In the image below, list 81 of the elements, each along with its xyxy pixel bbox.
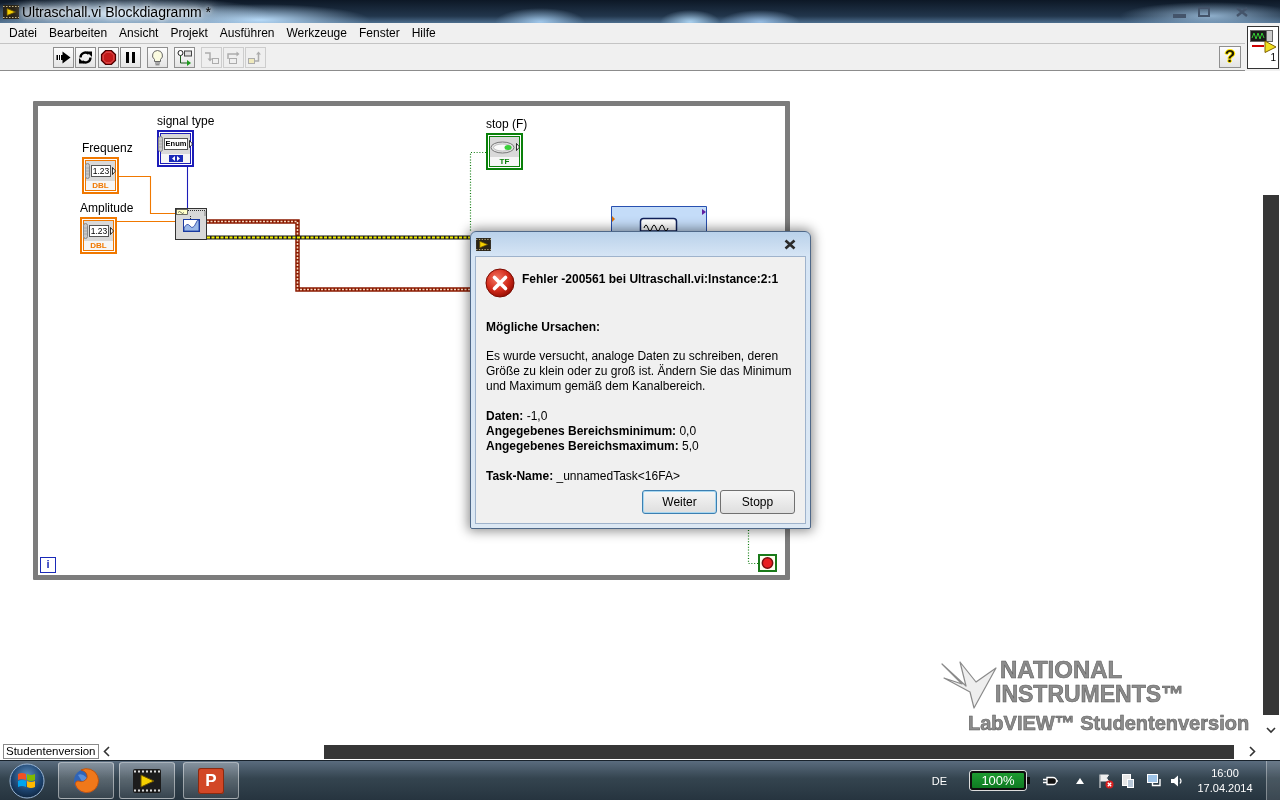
help-button[interactable]: ? xyxy=(1219,46,1241,68)
device-icon[interactable] xyxy=(1121,772,1135,789)
maximize-icon[interactable] xyxy=(1198,6,1210,17)
menu-item[interactable]: Projekt xyxy=(164,24,214,42)
connector-pane-number: 1 xyxy=(1270,53,1276,63)
retain-wire-values-button[interactable] xyxy=(174,46,195,68)
waveform-function-node xyxy=(175,208,207,240)
clock-time[interactable]: 16:00 xyxy=(1211,765,1239,781)
error-heading: Fehler -200561 bei Ultraschall.vi:Instance:2:1 xyxy=(522,272,779,287)
globe-icon xyxy=(72,766,100,795)
output-arrow-icon xyxy=(110,227,115,235)
language-indicator[interactable]: DE xyxy=(931,774,947,787)
circular-arrows-icon xyxy=(77,48,94,66)
menu-item[interactable]: Datei xyxy=(3,24,43,42)
logo-text: NATIONAL xyxy=(1000,658,1124,682)
terminal-label: Frequenz xyxy=(82,141,133,155)
chevron-down-icon[interactable] xyxy=(1266,727,1276,734)
dialog-button[interactable]: Weiter xyxy=(642,490,717,514)
scroll-thumb[interactable] xyxy=(1263,195,1279,715)
window-title: Ultraschall.vi Blockdiagramm * xyxy=(22,3,212,20)
menu-item[interactable]: Fenster xyxy=(352,24,406,42)
clock-date[interactable]: 17.04.2014 xyxy=(1197,780,1253,796)
menu-item[interactable]: Ausführen xyxy=(213,24,281,42)
light-bulb-icon xyxy=(149,48,166,66)
highlight-execution-button[interactable] xyxy=(147,46,168,68)
scope-icon xyxy=(1249,29,1277,53)
menu-item[interactable]: Ansicht xyxy=(113,24,165,42)
boolean-wire xyxy=(747,529,759,565)
dialog-button[interactable]: Stopp xyxy=(720,490,795,514)
film-arrow-icon xyxy=(133,768,161,793)
menu-item[interactable]: Bearbeiten xyxy=(43,24,114,42)
toggle-switch-icon xyxy=(489,140,515,154)
terminal-label: signal type xyxy=(157,114,215,128)
logo-text: INSTRUMENTS™ xyxy=(995,682,1185,706)
edition-text: LabVIEW™ Studentenversion xyxy=(968,711,1250,736)
vi-icon-pane[interactable]: 1 xyxy=(1247,26,1279,69)
knob-icon xyxy=(157,136,163,152)
speaker-icon[interactable] xyxy=(1170,773,1184,788)
swoosh-logo-icon xyxy=(940,660,998,710)
pause-button[interactable] xyxy=(120,46,141,68)
causes-heading: Mögliche Ursachen: xyxy=(486,320,602,335)
network-icon[interactable] xyxy=(1146,772,1162,789)
close-icon[interactable] xyxy=(784,238,796,250)
abort-button[interactable] xyxy=(98,46,119,68)
task-name-line: Task-Name: _unnamedTask<16FA> xyxy=(486,469,681,484)
plug-icon[interactable] xyxy=(1042,774,1058,787)
knob-icon xyxy=(84,163,90,179)
chevron-left-icon[interactable] xyxy=(101,746,112,757)
show-desktop-button[interactable] xyxy=(1266,761,1280,800)
terminal-label: Amplitude xyxy=(80,201,134,215)
presentation-app-logo: P xyxy=(198,767,224,794)
film-arrow-icon xyxy=(476,237,491,251)
data-type-label: DBL xyxy=(90,241,107,250)
iteration-terminal: i xyxy=(40,557,56,573)
knob-icon xyxy=(82,223,88,239)
scroll-thumb[interactable] xyxy=(323,744,1234,759)
terminal-label: stop (F) xyxy=(486,117,528,131)
taskbar-button[interactable]: P xyxy=(183,762,239,799)
stop-condition-terminal xyxy=(758,554,777,572)
menu-item[interactable]: Hilfe xyxy=(405,24,442,42)
output-arrow-icon xyxy=(112,167,117,175)
detail-line: Daten: -1,0 xyxy=(486,409,549,424)
menu-item[interactable]: Werkzeuge xyxy=(280,24,353,42)
output-arrow-icon xyxy=(189,140,194,148)
detail-line: Angegebenes Bereichsmaximum: 5,0 xyxy=(486,439,700,454)
chevron-right-icon[interactable] xyxy=(1247,746,1257,757)
run-continuously-button[interactable] xyxy=(75,46,96,68)
flag-icon[interactable] xyxy=(1098,772,1114,789)
output-arrow-icon xyxy=(515,143,520,151)
probe-arrow-icon xyxy=(176,48,193,66)
detail-line: Angegebenes Bereichsminimum: 0,0 xyxy=(486,424,698,439)
error-icon xyxy=(485,268,515,298)
error-description: Es wurde versucht, analoge Daten zu schreiben, deren Größe zu klein oder zu groß ist. Ändern Sie das Minimum und Maximum gemäß dem Kanalbereich. xyxy=(486,349,793,394)
run-button[interactable] xyxy=(53,46,74,68)
taskbar-button[interactable] xyxy=(119,762,175,799)
start-orb-icon[interactable] xyxy=(7,761,47,800)
data-type-label: DBL xyxy=(92,181,109,190)
stop-sign-icon xyxy=(100,48,117,66)
caret-up-icon[interactable] xyxy=(1076,777,1084,784)
data-type-label: TF xyxy=(499,157,510,166)
status-label: Studentenversion xyxy=(3,744,99,759)
